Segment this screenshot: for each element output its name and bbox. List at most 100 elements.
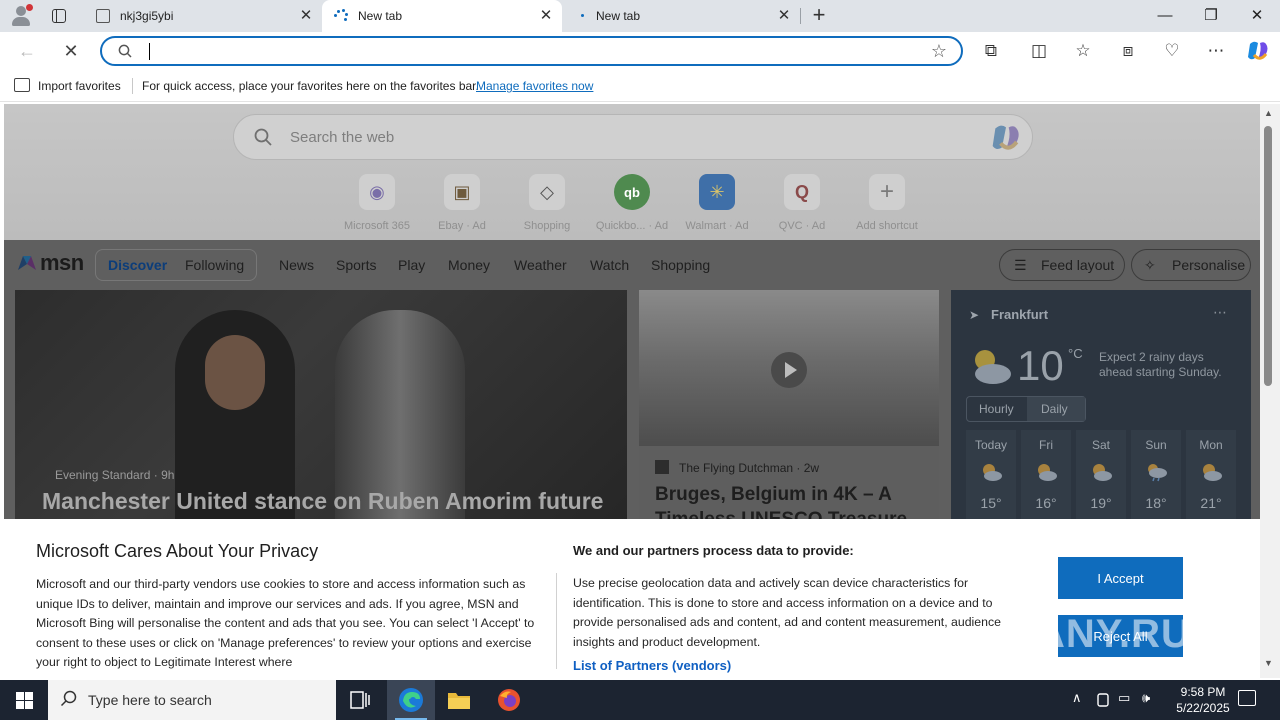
- tab-close-icon[interactable]: ✕: [776, 8, 792, 24]
- task-view-button[interactable]: [336, 680, 384, 720]
- text-caret: [149, 43, 150, 60]
- weather-card[interactable]: ➤ Frankfurt ⋯ 10 °C Expect 2 rainy days …: [951, 290, 1251, 530]
- copilot-icon[interactable]: [990, 123, 1022, 153]
- daily-toggle[interactable]: Daily: [1041, 402, 1068, 416]
- favorite-star-icon[interactable]: ☆: [931, 41, 947, 61]
- forecast-mode-toggle: Hourly Daily: [966, 396, 1086, 422]
- forecast-day[interactable]: Today 15°: [966, 430, 1016, 530]
- accept-button[interactable]: I Accept: [1058, 557, 1183, 599]
- nav-sports[interactable]: Sports: [336, 257, 376, 273]
- nav-watch[interactable]: Watch: [590, 257, 629, 273]
- profile-avatar-icon[interactable]: [8, 4, 34, 28]
- volume-icon[interactable]: 🕪: [1142, 690, 1150, 706]
- sliders-icon: ☰: [1014, 257, 1027, 273]
- taskbar-edge[interactable]: [387, 680, 435, 720]
- forecast-day[interactable]: Fri 16°: [1021, 430, 1071, 530]
- network-icon[interactable]: ▭: [1118, 690, 1130, 706]
- day-temperature: 19°: [1090, 495, 1112, 511]
- import-favorites-button[interactable]: Import favorites: [38, 79, 121, 93]
- page-scrollbar[interactable]: ▲ ▼: [1260, 104, 1280, 678]
- collections-icon[interactable]: ⧈: [1117, 40, 1139, 62]
- system-clock[interactable]: 9:58 PM 5/22/2025: [1168, 684, 1238, 716]
- msn-butterfly-icon: [18, 256, 36, 270]
- extensions-icon[interactable]: ⧉: [980, 40, 1002, 62]
- day-name: Today: [974, 438, 1008, 452]
- rain-cloud-icon: [1148, 464, 1167, 482]
- shortcut-qvc[interactable]: Q QVC · Ad: [757, 174, 847, 232]
- favorites-icon[interactable]: ☆: [1072, 40, 1094, 62]
- stop-loading-button[interactable]: ✕: [58, 38, 84, 64]
- split-screen-icon[interactable]: ◫: [1028, 40, 1050, 62]
- taskbar-search-box[interactable]: Type here to search: [48, 680, 336, 720]
- daily-forecast: Today 15° Fri 16° Sat 19° Sun 18° Mon 21…: [966, 430, 1238, 530]
- feed-layout-label: Feed layout: [1041, 257, 1115, 273]
- shortcut-microsoft-365[interactable]: ◉ Microsoft 365: [332, 174, 422, 232]
- scroll-up-arrow-icon[interactable]: ▲: [1264, 108, 1273, 118]
- personalise-button[interactable]: ✧ Personalise: [1131, 249, 1251, 281]
- list-of-partners-link[interactable]: List of Partners (vendors): [573, 658, 731, 673]
- tab-close-icon[interactable]: ✕: [538, 8, 554, 24]
- shortcut-label: Quickbo... · Ad: [595, 220, 669, 232]
- privacy-title: Microsoft Cares About Your Privacy: [36, 541, 319, 561]
- tab-discover[interactable]: Discover: [108, 257, 167, 273]
- nav-play[interactable]: Play: [398, 257, 425, 273]
- feed-layout-button[interactable]: ☰ Feed layout: [999, 249, 1125, 281]
- notifications-icon[interactable]: [1238, 690, 1256, 706]
- add-shortcut-button[interactable]: + Add shortcut: [842, 174, 932, 232]
- import-icon: [14, 78, 30, 92]
- msn-logo[interactable]: msn: [16, 250, 84, 276]
- tab-title: New tab: [358, 9, 403, 23]
- copilot-icon[interactable]: [1246, 40, 1270, 62]
- meet-now-icon[interactable]: [1096, 692, 1110, 708]
- nav-money[interactable]: Money: [448, 257, 490, 273]
- taskbar-firefox[interactable]: [485, 680, 533, 720]
- clock-date: 5/22/2025: [1176, 701, 1230, 715]
- tab-following[interactable]: Following: [185, 257, 244, 273]
- loading-spinner-icon: [334, 9, 348, 23]
- new-tab-button[interactable]: +: [808, 4, 830, 26]
- browser-essentials-icon[interactable]: ♡: [1161, 40, 1183, 62]
- hourly-toggle[interactable]: Hourly: [979, 402, 1014, 416]
- more-options-icon[interactable]: ⋯: [1213, 304, 1227, 321]
- forecast-day[interactable]: Mon 21°: [1186, 430, 1236, 530]
- forecast-day[interactable]: Sat 19°: [1076, 430, 1126, 530]
- minimize-button[interactable]: —: [1142, 0, 1188, 32]
- nav-news[interactable]: News: [279, 257, 314, 273]
- tab-nkj3gi5ybi[interactable]: nkj3gi5ybi ✕: [86, 0, 322, 32]
- loading-spinner-icon: [576, 9, 590, 23]
- tab-new-tab-active[interactable]: New tab ✕: [322, 0, 562, 32]
- start-button[interactable]: [0, 680, 48, 720]
- close-window-button[interactable]: ✕: [1234, 0, 1280, 32]
- shortcut-shopping[interactable]: ◇ Shopping: [502, 174, 592, 232]
- manage-favorites-link[interactable]: Manage favorites now: [476, 79, 593, 93]
- address-bar[interactable]: ☆: [100, 36, 963, 66]
- weather-city[interactable]: Frankfurt: [991, 307, 1048, 322]
- restore-button[interactable]: ❐: [1188, 0, 1234, 32]
- day-name: Sat: [1091, 438, 1110, 452]
- taskbar-file-explorer[interactable]: [435, 680, 483, 720]
- clock-time: 9:58 PM: [1180, 685, 1226, 699]
- nav-weather[interactable]: Weather: [514, 257, 567, 273]
- video-story-card[interactable]: The Flying Dutchman · 2w Bruges, Belgium…: [639, 290, 939, 530]
- scrollbar-thumb[interactable]: [1264, 126, 1272, 386]
- day-name: Fri: [1039, 438, 1053, 452]
- play-icon[interactable]: [771, 352, 807, 388]
- scroll-down-arrow-icon[interactable]: ▼: [1264, 658, 1273, 668]
- shortcut-ebay[interactable]: ▣ Ebay · Ad: [417, 174, 507, 232]
- temperature-unit[interactable]: °C: [1068, 346, 1083, 361]
- tab-title: nkj3gi5ybi: [120, 9, 174, 23]
- tab-close-icon[interactable]: ✕: [298, 8, 314, 24]
- back-button[interactable]: ←: [14, 38, 40, 64]
- show-hidden-icons-chevron[interactable]: ∧: [1072, 690, 1082, 706]
- nav-shopping[interactable]: Shopping: [651, 257, 710, 273]
- forecast-day[interactable]: Sun 18°: [1131, 430, 1181, 530]
- web-search-box[interactable]: Search the web: [233, 114, 1033, 160]
- settings-menu-icon[interactable]: ⋯: [1205, 40, 1227, 62]
- shortcut-walmart[interactable]: ✳ Walmart · Ad: [672, 174, 762, 232]
- tab-new-tab[interactable]: New tab ✕: [564, 0, 800, 32]
- story-source: The Flying Dutchman · 2w: [679, 461, 820, 475]
- shortcut-quickbooks[interactable]: qb Quickbo... · Ad: [587, 174, 677, 232]
- address-input[interactable]: [148, 42, 908, 60]
- main-story-card[interactable]: Evening Standard · 9h Manchester United …: [15, 290, 627, 530]
- tab-actions-icon[interactable]: [50, 7, 68, 25]
